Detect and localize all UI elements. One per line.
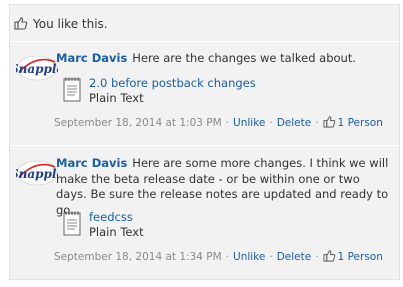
attachment-type: Plain Text — [89, 91, 144, 105]
thumbs-up-icon — [14, 16, 28, 33]
like-count-link[interactable]: 1 Person — [338, 117, 383, 129]
like-count-unit: Person — [347, 117, 383, 129]
delete-link[interactable]: Delete — [277, 117, 312, 129]
svg-text:Snapple: Snapple — [16, 62, 58, 76]
separator-dot: · — [315, 117, 319, 129]
attachment: feedcss Plain Text — [62, 208, 362, 242]
separator-dot: · — [225, 251, 230, 263]
like-count: 1 — [337, 251, 345, 263]
like-count: 1 — [337, 117, 345, 129]
delete-link[interactable]: Delete — [277, 251, 312, 263]
timestamp: September 18, 2014 at 1:03 PM — [54, 117, 222, 129]
avatar[interactable]: Snapple — [10, 51, 64, 84]
comment-item: Snapple Marc Davis Here are the changes w… — [10, 43, 399, 146]
svg-text:Snapple: Snapple — [16, 167, 58, 181]
attachment: 2.0 before postback changes Plain Text — [62, 74, 362, 108]
author-link[interactable]: Marc Davis — [56, 156, 127, 170]
document-icon — [62, 76, 82, 106]
timestamp: September 18, 2014 at 1:34 PM — [54, 251, 222, 263]
like-count-link[interactable]: 1 Person — [338, 251, 383, 263]
avatar[interactable]: Snapple — [10, 156, 64, 189]
like-count-unit: Person — [347, 251, 383, 263]
comment-meta: September 18, 2014 at 1:03 PM · Unlike · Del… — [54, 115, 394, 133]
attachment-type: Plain Text — [89, 225, 144, 239]
comment-feed: You like this. Snapple Marc DavisHere ar… — [9, 4, 400, 280]
you-like-this-text: You like this. — [33, 17, 108, 31]
author-link[interactable]: Marc Davis — [56, 51, 127, 65]
comment-meta: September 18, 2014 at 1:34 PM · Unlike · Del… — [54, 249, 394, 267]
snapple-logo-icon: Snapple — [10, 55, 64, 81]
unlike-link[interactable]: Unlike — [233, 117, 265, 129]
attachment-link[interactable]: 2.0 before postback changes — [89, 76, 256, 90]
attachment-link[interactable]: feedcss — [89, 210, 133, 224]
comment-item: Snapple Marc DavisHere are some more cha… — [10, 148, 399, 280]
thumbs-up-icon — [322, 115, 336, 133]
unlike-link[interactable]: Unlike — [233, 251, 265, 263]
separator-dot: · — [315, 251, 319, 263]
separator-dot: · — [269, 117, 273, 129]
comment-message: Here are the changes we talked about. — [132, 51, 356, 65]
like-bar: You like this. — [10, 5, 399, 42]
thumbs-up-icon — [322, 249, 336, 267]
snapple-logo-icon: Snapple — [10, 160, 64, 186]
comment-text: Marc Davis Here are the changes we talked… — [56, 51, 392, 67]
separator-dot: · — [269, 251, 273, 263]
document-icon — [62, 210, 82, 240]
separator-dot: · — [225, 117, 230, 129]
